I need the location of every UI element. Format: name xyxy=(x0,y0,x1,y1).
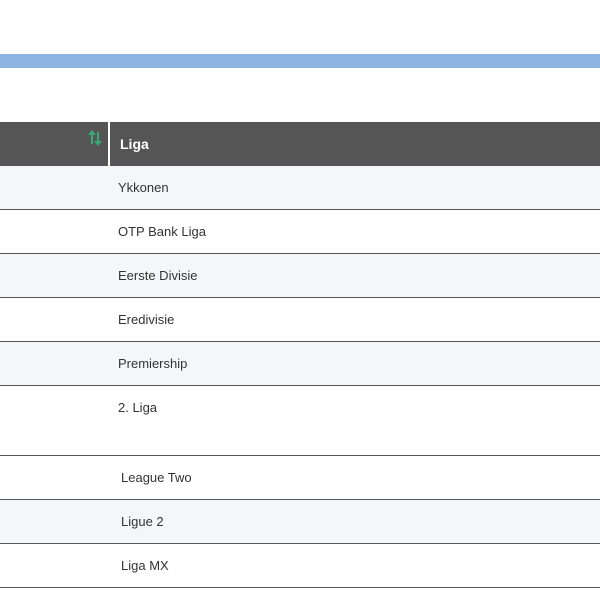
liga-cell: League Two xyxy=(121,470,192,485)
table-row: Ykkonen xyxy=(0,166,600,210)
table-row: OTP Bank Liga xyxy=(0,210,600,254)
liga-cell: Eredivisie xyxy=(118,312,175,327)
liga-cell: Premiership xyxy=(118,356,188,371)
liga-cell: OTP Bank Liga xyxy=(118,224,206,239)
liga-cell: Ligue 2 xyxy=(121,514,164,529)
table-row: 2. Liga xyxy=(0,386,600,456)
liga-cell: Ykkonen xyxy=(118,180,169,195)
header-divider xyxy=(108,122,110,166)
column-header-1[interactable] xyxy=(0,122,108,166)
liga-cell: Eerste Divisie xyxy=(118,268,198,283)
top-accent-bar xyxy=(0,54,600,68)
liga-cell: Liga MX xyxy=(121,558,169,573)
table-row: Ligue 2 xyxy=(0,500,600,544)
table-row: Eerste Divisie xyxy=(0,254,600,298)
table-row: Eredivisie xyxy=(0,298,600,342)
table-row: League Two xyxy=(0,456,600,500)
liga-cell: 2. Liga xyxy=(118,400,158,415)
table-header: Liga xyxy=(0,122,600,166)
sort-arrows-icon[interactable] xyxy=(88,130,102,146)
table-row: Liga MX xyxy=(0,544,600,588)
table-row: Premiership xyxy=(0,342,600,386)
column-header-liga[interactable]: Liga xyxy=(120,122,149,166)
league-table: Liga Ykkonen OTP Bank Liga Eerste Divisi… xyxy=(0,122,600,588)
